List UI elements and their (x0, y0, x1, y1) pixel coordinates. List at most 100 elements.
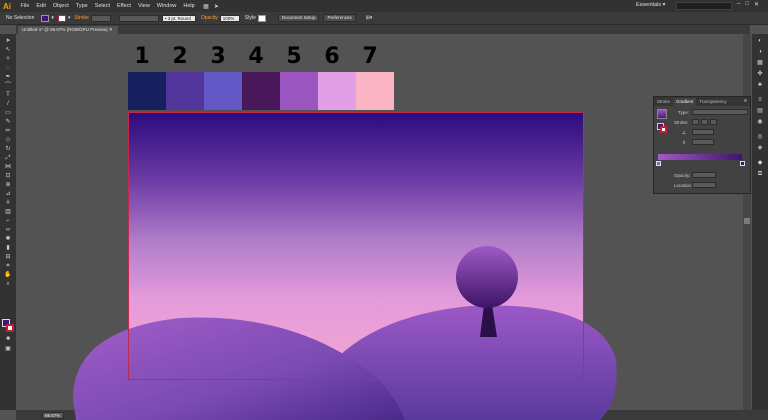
artboard-number-field[interactable]: 1 (82, 412, 96, 419)
document-tab[interactable]: Untitled-1* @ 66.67% (RGB/GPU Preview) ✕ (18, 26, 118, 34)
perspective-grid-tool-icon[interactable]: ⊿ (4, 191, 12, 198)
symbol-sprayer-tool-icon[interactable]: ✺ (4, 236, 12, 243)
gradient-stroke-swatch[interactable] (660, 126, 667, 133)
menu-window[interactable]: Window (153, 3, 180, 9)
style-swatch[interactable] (257, 14, 266, 22)
stroke-weight-field[interactable] (90, 14, 111, 22)
arrange-icon[interactable]: ⊞▾ (364, 15, 375, 21)
blend-tool-icon[interactable]: ∞ (4, 227, 12, 234)
rectangle-tool-icon[interactable]: ▭ (4, 110, 12, 117)
fill-dropdown-icon[interactable]: ▾ (49, 15, 56, 21)
bridge-icon[interactable]: ▦ (203, 3, 209, 10)
stroke-option-3[interactable] (710, 119, 717, 125)
send-icon[interactable]: ➤ (214, 3, 219, 10)
stroke-label[interactable]: Stroke (72, 15, 90, 21)
brushes-panel-icon[interactable]: ✤ (756, 70, 764, 78)
maximize-icon[interactable]: □ (745, 1, 749, 8)
color-swatch-5[interactable] (280, 72, 318, 110)
fill-swatch[interactable] (41, 14, 50, 22)
graphic-styles-icon[interactable]: ◈ (756, 144, 764, 152)
free-transform-tool-icon[interactable]: ⊡ (4, 173, 12, 180)
color-panel-icon[interactable]: ◐ (756, 37, 764, 45)
preferences-button[interactable]: Preferences (323, 14, 356, 22)
screen-mode-icon[interactable]: ▣ (4, 346, 12, 353)
zoom-tool-icon[interactable]: ⌕ (4, 281, 12, 288)
swatches-panel-icon[interactable]: ▦ (756, 59, 764, 67)
gradient-tool-icon[interactable]: ▥ (4, 209, 12, 216)
stroke-option-2[interactable] (701, 119, 708, 125)
color-swatch-6[interactable] (318, 72, 356, 110)
stroke-option-1[interactable] (692, 119, 699, 125)
panel-menu-icon[interactable]: ≡ (744, 98, 747, 104)
rotate-tool-icon[interactable]: ↻ (4, 146, 12, 153)
gradient-panel-icon[interactable]: ▤ (756, 107, 764, 115)
gradient-stop-right[interactable] (740, 161, 745, 166)
brush-field[interactable]: • 3 pt. Round (161, 14, 196, 22)
stroke-color-icon[interactable] (6, 324, 14, 332)
symbols-panel-icon[interactable]: ♣ (756, 81, 764, 89)
direct-selection-tool-icon[interactable]: ↖ (4, 47, 12, 54)
tab-transparency[interactable]: Transparency (696, 98, 729, 106)
hand-tool-icon[interactable]: ✋ (4, 272, 12, 279)
menu-edit[interactable]: Edit (33, 3, 49, 9)
close-icon[interactable]: ✕ (754, 1, 759, 8)
menu-type[interactable]: Type (72, 3, 91, 9)
selection-tool-icon[interactable]: ➤ (4, 38, 12, 45)
gradient-thumbnail[interactable] (657, 109, 667, 119)
vertical-scroll-thumb[interactable] (744, 218, 750, 224)
magic-wand-tool-icon[interactable]: ✧ (4, 56, 12, 63)
stroke-panel-icon[interactable]: ≡ (756, 96, 764, 104)
curvature-tool-icon[interactable]: ⌒ (4, 83, 12, 90)
color-guide-icon[interactable]: ◑ (756, 48, 764, 56)
angle-field[interactable] (692, 129, 714, 135)
zoom-field[interactable]: 66.67% (42, 412, 64, 419)
aspect-ratio-field[interactable] (692, 139, 714, 145)
stop-location-field[interactable] (692, 182, 716, 188)
mesh-tool-icon[interactable]: # (4, 200, 12, 207)
color-swatch-3[interactable] (204, 72, 242, 110)
stop-opacity-field[interactable] (692, 172, 716, 178)
appearance-panel-icon[interactable]: ◎ (756, 133, 764, 141)
artboard-sky[interactable] (128, 112, 584, 380)
menu-select[interactable]: Select (91, 3, 113, 9)
gradient-slider[interactable] (658, 154, 742, 160)
menu-effect[interactable]: Effect (114, 3, 135, 9)
menu-object[interactable]: Object (49, 3, 72, 9)
eyedropper-tool-icon[interactable]: ⌐ (4, 218, 12, 225)
document-setup-button[interactable]: Document Setup (277, 14, 320, 22)
artboards-panel-icon[interactable]: ⧉ (756, 170, 764, 178)
stroke-swatch[interactable] (57, 14, 66, 22)
eraser-tool-icon[interactable]: ◇ (4, 137, 12, 144)
opacity-field[interactable]: 100% (219, 14, 240, 22)
slice-tool-icon[interactable]: ⌗ (4, 263, 12, 270)
menu-file[interactable]: File (17, 3, 33, 9)
color-mode-icon[interactable]: ■ (4, 336, 12, 343)
pen-tool-icon[interactable]: ✒ (4, 74, 12, 81)
layers-panel-icon[interactable]: ◆ (756, 159, 764, 167)
paintbrush-tool-icon[interactable]: ✎ (4, 119, 12, 126)
variable-width-field[interactable] (118, 14, 159, 22)
lasso-tool-icon[interactable]: ◌ (4, 65, 12, 72)
color-swatch-1[interactable] (128, 72, 166, 110)
artboard-tool-icon[interactable]: ⊟ (4, 254, 12, 261)
workspace-dropdown[interactable]: Essentials ▾ (636, 2, 665, 8)
width-tool-icon[interactable]: ⋈ (4, 164, 12, 171)
opacity-label[interactable]: Opacity (199, 15, 220, 21)
gradient-type-select[interactable] (692, 109, 748, 115)
tab-stroke[interactable]: Stroke (654, 98, 673, 106)
menu-help[interactable]: Help (180, 3, 198, 9)
color-swatch-2[interactable] (166, 72, 204, 110)
shape-builder-tool-icon[interactable]: ⊕ (4, 182, 12, 189)
search-input[interactable] (676, 2, 732, 10)
color-swatch-4[interactable] (242, 72, 280, 110)
type-tool-icon[interactable]: T (4, 92, 12, 99)
transparency-panel-icon[interactable]: ◉ (756, 118, 764, 126)
line-tool-icon[interactable]: / (4, 101, 12, 108)
color-swatch-7[interactable] (356, 72, 394, 110)
scale-tool-icon[interactable]: ⤢ (4, 155, 12, 162)
column-graph-tool-icon[interactable]: ▮ (4, 245, 12, 252)
vertical-scrollbar[interactable] (743, 34, 751, 410)
horizontal-scroll-thumb[interactable] (476, 413, 482, 418)
pencil-tool-icon[interactable]: ✏ (4, 128, 12, 135)
tab-gradient[interactable]: Gradient (673, 98, 697, 106)
